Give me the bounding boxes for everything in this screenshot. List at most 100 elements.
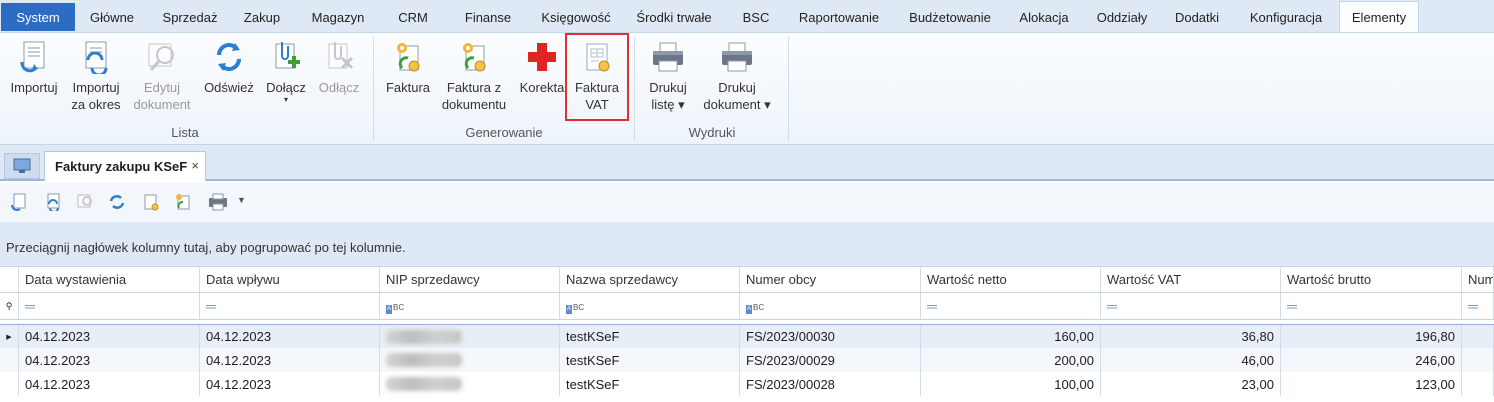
cell-netto[interactable]: 160,00 — [921, 325, 1101, 348]
tab-system[interactable]: System — [1, 3, 75, 31]
abc-icon: A BC — [746, 303, 765, 314]
tab-dodatki[interactable]: Dodatki — [1161, 2, 1233, 32]
print-list-button[interactable]: Drukuj listę ▾ — [642, 35, 694, 113]
cell-nazwa[interactable]: testKSeF — [560, 372, 740, 396]
correction-button[interactable]: Korekta — [516, 35, 568, 96]
table-row[interactable]: ▶ 04.12.2023 04.12.2023 testKSeF FS/2023… — [0, 324, 1494, 348]
attach-button[interactable]: Dołącz ▾ — [262, 35, 310, 104]
cell-numer-obcy[interactable]: FS/2023/00028 — [740, 372, 921, 396]
tab-crm[interactable]: CRM — [383, 2, 443, 32]
detach-button[interactable]: Odłącz — [314, 35, 364, 96]
close-icon[interactable]: × — [191, 158, 199, 173]
filter-cell[interactable]: A BC — [380, 293, 560, 319]
filter-cell[interactable]: ═ — [1462, 293, 1494, 319]
table-row[interactable]: 04.12.2023 04.12.2023 testKSeF FS/2023/0… — [0, 372, 1494, 396]
cell-nazwa[interactable]: testKSeF — [560, 348, 740, 372]
cell-num[interactable] — [1462, 325, 1494, 348]
tab-zakup[interactable]: Zakup — [231, 2, 293, 32]
column-header[interactable]: NIP sprzedawcy — [380, 267, 560, 292]
tab-srodki-trwale[interactable]: Środki trwałe — [619, 2, 729, 32]
cell-vat[interactable]: 36,80 — [1101, 325, 1281, 348]
import-button[interactable]: Importuj — [6, 35, 62, 96]
row-indicator — [0, 348, 19, 372]
tab-elementy[interactable]: Elementy — [1339, 1, 1419, 32]
tab-faktury-zakupu-ksef[interactable]: Faktury zakupu KSeF × — [44, 151, 206, 181]
filter-cell[interactable]: ═ — [921, 293, 1101, 319]
cell-data-wystawienia[interactable]: 04.12.2023 — [19, 348, 200, 372]
filter-cell[interactable]: ═ — [19, 293, 200, 319]
import-period-button[interactable]: Importuj za okres — [68, 35, 124, 113]
cell-brutto[interactable]: 196,80 — [1281, 325, 1462, 348]
chevron-down-icon[interactable]: ▼ — [237, 195, 246, 205]
doc-tab-title: Faktury zakupu KSeF — [55, 159, 188, 174]
column-header[interactable]: Wartość VAT — [1101, 267, 1281, 292]
column-header[interactable]: Data wystawienia — [19, 267, 200, 292]
cell-data-wystawienia[interactable]: 04.12.2023 — [19, 325, 200, 348]
invoice-from-document-icon[interactable] — [174, 193, 192, 211]
filter-cell[interactable]: ═ — [1101, 293, 1281, 319]
tab-finanse[interactable]: Finanse — [443, 2, 533, 32]
cell-numer-obcy[interactable]: FS/2023/00030 — [740, 325, 921, 348]
print-icon[interactable] — [208, 193, 230, 211]
cell-netto[interactable]: 100,00 — [921, 372, 1101, 396]
import-period-icon[interactable] — [44, 193, 62, 211]
invoice-icon[interactable] — [142, 193, 160, 211]
invoice-button[interactable]: Faktura — [382, 35, 434, 96]
row-indicator-icon: ▶ — [0, 325, 19, 348]
tab-konfiguracja[interactable]: Konfiguracja — [1233, 2, 1339, 32]
column-header[interactable]: Data wpływu — [200, 267, 380, 292]
import-period-label: Importuj za okres — [71, 80, 121, 112]
filter-pin-icon[interactable]: ⚲ — [0, 293, 19, 319]
column-header[interactable]: Num — [1462, 267, 1494, 292]
tab-magazyn[interactable]: Magazyn — [293, 2, 383, 32]
cell-data-wplywu[interactable]: 04.12.2023 — [200, 325, 380, 348]
cell-data-wplywu[interactable]: 04.12.2023 — [200, 372, 380, 396]
cell-nip-blurred[interactable] — [380, 325, 560, 348]
invoice-label: Faktura — [385, 80, 431, 95]
cell-nip-blurred[interactable] — [380, 348, 560, 372]
refresh-label: Odśwież — [204, 80, 254, 95]
cell-nazwa[interactable]: testKSeF — [560, 325, 740, 348]
tab-sprzedaz[interactable]: Sprzedaż — [149, 2, 231, 32]
table-row[interactable]: 04.12.2023 04.12.2023 testKSeF FS/2023/0… — [0, 348, 1494, 372]
edit-document-button[interactable]: Edytuj dokument — [130, 35, 194, 113]
tab-oddzialy[interactable]: Oddziały — [1083, 2, 1161, 32]
attach-dropdown-icon[interactable]: ▾ — [284, 96, 288, 104]
column-header[interactable]: Nazwa sprzedawcy — [560, 267, 740, 292]
filter-cell[interactable]: A BC — [560, 293, 740, 319]
cell-numer-obcy[interactable]: FS/2023/00029 — [740, 348, 921, 372]
filter-cell[interactable]: A BC — [740, 293, 921, 319]
tab-ksiegowosc[interactable]: Księgowość — [533, 2, 619, 32]
desktop-tab[interactable] — [4, 153, 40, 179]
group-by-panel[interactable]: Przeciągnij nagłówek kolumny tutaj, aby … — [0, 223, 1494, 267]
refresh-button[interactable]: Odśwież — [200, 35, 258, 96]
cell-num[interactable] — [1462, 372, 1494, 396]
column-header[interactable]: Wartość netto — [921, 267, 1101, 292]
filter-cell[interactable]: ═ — [1281, 293, 1462, 319]
magnifier-doc-icon[interactable] — [76, 193, 94, 211]
import-label: Importuj — [10, 80, 58, 95]
column-header[interactable]: Wartość brutto — [1281, 267, 1462, 292]
cell-vat[interactable]: 46,00 — [1101, 348, 1281, 372]
cell-netto[interactable]: 200,00 — [921, 348, 1101, 372]
cell-data-wplywu[interactable]: 04.12.2023 — [200, 348, 380, 372]
tab-glowne[interactable]: Główne — [75, 2, 149, 32]
cell-data-wystawienia[interactable]: 04.12.2023 — [19, 372, 200, 396]
filter-cell[interactable]: ═ — [200, 293, 380, 319]
cell-brutto[interactable]: 246,00 — [1281, 348, 1462, 372]
cell-brutto[interactable]: 123,00 — [1281, 372, 1462, 396]
cell-nip-blurred[interactable] — [380, 372, 560, 396]
tab-budzetowanie[interactable]: Budżetowanie — [895, 2, 1005, 32]
invoice-from-document-button[interactable]: Faktura z dokumentu — [440, 35, 508, 113]
tab-bsc[interactable]: BSC — [729, 2, 783, 32]
cell-num[interactable] — [1462, 348, 1494, 372]
column-header[interactable]: Numer obcy — [740, 267, 921, 292]
edit-document-label: Edytuj dokument — [133, 80, 191, 112]
cell-vat[interactable]: 23,00 — [1101, 372, 1281, 396]
tab-alokacja[interactable]: Alokacja — [1005, 2, 1083, 32]
print-document-button[interactable]: Drukuj dokument ▾ — [698, 35, 776, 113]
tab-raportowanie[interactable]: Raportowanie — [783, 2, 895, 32]
group-separator — [788, 37, 789, 141]
import-icon[interactable] — [10, 193, 28, 211]
refresh-icon[interactable] — [108, 193, 126, 211]
